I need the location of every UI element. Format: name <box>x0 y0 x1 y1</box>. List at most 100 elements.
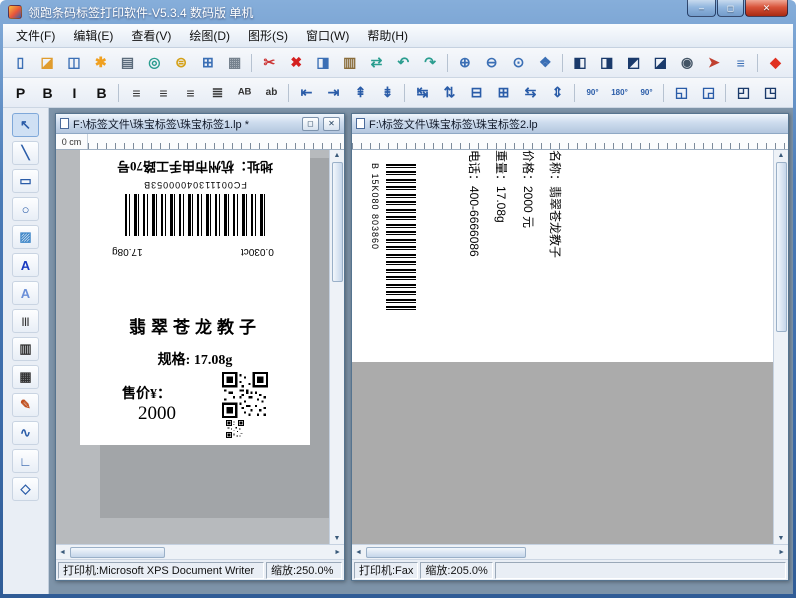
align-right-icon[interactable]: ◨ <box>594 51 619 75</box>
scroll-down-icon[interactable]: ▼ <box>775 533 788 544</box>
scroll-thumb[interactable] <box>366 547 526 558</box>
scroll-right-icon[interactable]: ► <box>331 547 344 558</box>
rotate-180-icon[interactable]: 180° <box>607 81 632 105</box>
line-tool[interactable]: ╲ <box>12 141 39 165</box>
doc1-vertical-scrollbar[interactable]: ▲ ▼ <box>329 150 344 544</box>
label-text-line[interactable]: 价格：2000 元 <box>510 150 537 350</box>
paste-icon[interactable]: ▥ <box>337 51 362 75</box>
grid-icon[interactable]: ⊞ <box>195 51 220 75</box>
swap-icon[interactable]: ⇄ <box>364 51 389 75</box>
zoom-fit-icon[interactable]: ⊙ <box>506 51 531 75</box>
spec-text[interactable]: 规格: 17.08g <box>80 349 310 369</box>
curve-tool[interactable]: ∿ <box>12 421 39 445</box>
scroll-left-icon[interactable]: ◄ <box>56 547 69 558</box>
open-icon[interactable]: ◪ <box>35 51 60 75</box>
address-text-flipped[interactable]: 地址：杭州市由手工路70号 <box>80 158 310 177</box>
align-left-icon[interactable]: ◧ <box>568 51 593 75</box>
print-preview-icon[interactable]: ◎ <box>142 51 167 75</box>
arc-text-tool[interactable]: A <box>12 281 39 305</box>
bold-serif-icon[interactable]: B <box>89 81 114 105</box>
scroll-thumb[interactable] <box>776 162 787 332</box>
barcode-vertical[interactable] <box>386 164 416 314</box>
font-p-icon[interactable]: P <box>8 81 33 105</box>
settings-icon[interactable]: ✱ <box>88 51 113 75</box>
maximize-button[interactable]: ◻ <box>717 0 744 17</box>
image-tool[interactable]: ▨ <box>12 225 39 249</box>
italic-icon[interactable]: I <box>62 81 87 105</box>
push-top-icon[interactable]: ⇞ <box>348 81 373 105</box>
menu-item[interactable]: 绘图(D) <box>180 24 239 47</box>
layout-icon[interactable]: ≡ <box>728 51 753 75</box>
label-text-line[interactable]: 重量：17.08g <box>483 150 510 350</box>
barcode-caption-flipped[interactable]: FC00111304000053B <box>125 180 265 190</box>
qrcode-tool[interactable]: ▦ <box>12 365 39 389</box>
ellipse-tool[interactable]: ○ <box>12 197 39 221</box>
push-right-icon[interactable]: ⇥ <box>321 81 346 105</box>
push-left-icon[interactable]: ⇤ <box>294 81 319 105</box>
product-name-text[interactable]: 翡翠苍龙教子 <box>80 313 310 338</box>
equal-height-icon[interactable]: ⇕ <box>545 81 570 105</box>
copy-icon[interactable]: ◨ <box>311 51 336 75</box>
print-icon[interactable]: ▤ <box>115 51 140 75</box>
doc1-horizontal-scrollbar[interactable]: ◄ ► <box>56 544 344 559</box>
minimize-button[interactable]: – <box>687 0 716 17</box>
justify-text-icon[interactable]: ≣ <box>205 81 230 105</box>
abc-icon[interactable]: ab <box>259 81 284 105</box>
ungroup-icon[interactable]: ◲ <box>696 81 721 105</box>
delete-icon[interactable]: ✖ <box>284 51 309 75</box>
scroll-up-icon[interactable]: ▲ <box>331 150 344 161</box>
title-bar[interactable]: 领跑条码标签打印软件-V5.3.4 数码版 单机 – ◻ ✕ <box>0 0 796 24</box>
select-tool[interactable]: ↖ <box>12 113 39 137</box>
cut-icon[interactable]: ✂ <box>257 51 282 75</box>
doc1-canvas[interactable]: 地址：杭州市由手工路70号 FC00111304000053B 17.08g 0… <box>56 150 329 544</box>
push-bottom-icon[interactable]: ⇟ <box>375 81 400 105</box>
scroll-down-icon[interactable]: ▼ <box>331 533 344 544</box>
rotate-right-90-icon[interactable]: 90° <box>634 81 659 105</box>
doc2-canvas[interactable]: B 15K080 803860 名称：翡翠苍龙教子价格：2000 元重量：17.… <box>352 150 773 544</box>
group-icon[interactable]: ◱ <box>669 81 694 105</box>
price-value-text[interactable]: 2000 <box>138 403 176 425</box>
barcode-caption-vertical[interactable]: B 15K080 803860 <box>368 163 380 313</box>
rect-tool[interactable]: ▭ <box>12 169 39 193</box>
menu-item[interactable]: 窗口(W) <box>297 24 358 47</box>
barcode-tool[interactable]: ||| <box>12 309 39 333</box>
center-v-icon[interactable]: ⊞ <box>491 81 516 105</box>
barcode[interactable] <box>125 194 265 236</box>
bring-front-icon[interactable]: ◰ <box>731 81 756 105</box>
align-bottom-icon[interactable]: ◪ <box>648 51 673 75</box>
database-icon[interactable]: ⊜ <box>169 51 194 75</box>
label-text-line[interactable]: 电话：400-6666086 <box>456 150 483 350</box>
doc1-restore-button[interactable]: ◻ <box>302 117 319 131</box>
h-space-icon[interactable]: ↹ <box>410 81 435 105</box>
app-logo-icon[interactable]: ◆ <box>763 51 788 75</box>
doc1-close-button[interactable]: ✕ <box>323 117 340 131</box>
label-page-2[interactable]: B 15K080 803860 名称：翡翠苍龙教子价格：2000 元重量：17.… <box>352 150 773 362</box>
carat-text-flipped[interactable]: 0.030ct <box>241 246 274 257</box>
scroll-thumb[interactable] <box>70 547 165 558</box>
node-tool[interactable]: ◇ <box>12 477 39 501</box>
bold-icon[interactable]: B <box>35 81 60 105</box>
text-tool[interactable]: A <box>12 253 39 277</box>
align-text-left-icon[interactable]: ≡ <box>124 81 149 105</box>
pencil-tool[interactable]: ✎ <box>12 393 39 417</box>
case-icon[interactable]: ᴬᴮ <box>232 81 257 105</box>
label-text-line[interactable]: 名称：翡翠苍龙教子 <box>537 150 564 350</box>
pointer-icon[interactable]: ➤ <box>702 51 727 75</box>
menu-item[interactable]: 查看(V) <box>122 24 180 47</box>
weight-text-flipped[interactable]: 17.08g <box>112 246 143 257</box>
equal-width-icon[interactable]: ⇆ <box>518 81 543 105</box>
view-icon[interactable]: ◉ <box>675 51 700 75</box>
align-top-icon[interactable]: ◩ <box>621 51 646 75</box>
menu-item[interactable]: 帮助(H) <box>358 24 417 47</box>
label-page-1[interactable]: 地址：杭州市由手工路70号 FC00111304000053B 17.08g 0… <box>80 150 310 445</box>
center-h-icon[interactable]: ⊟ <box>464 81 489 105</box>
scroll-left-icon[interactable]: ◄ <box>352 547 365 558</box>
doc2-title-bar[interactable]: F:\标签文件\珠宝标签\珠宝标签2.lp <box>352 114 788 134</box>
barcode2-tool[interactable]: ▥ <box>12 337 39 361</box>
table-icon[interactable]: ▦ <box>222 51 247 75</box>
scroll-up-icon[interactable]: ▲ <box>775 150 788 161</box>
corner-tool[interactable]: ∟ <box>12 449 39 473</box>
menu-item[interactable]: 图形(S) <box>239 24 297 47</box>
price-label-text[interactable]: 售价¥： <box>122 383 171 403</box>
menu-item[interactable]: 文件(F) <box>7 24 64 47</box>
